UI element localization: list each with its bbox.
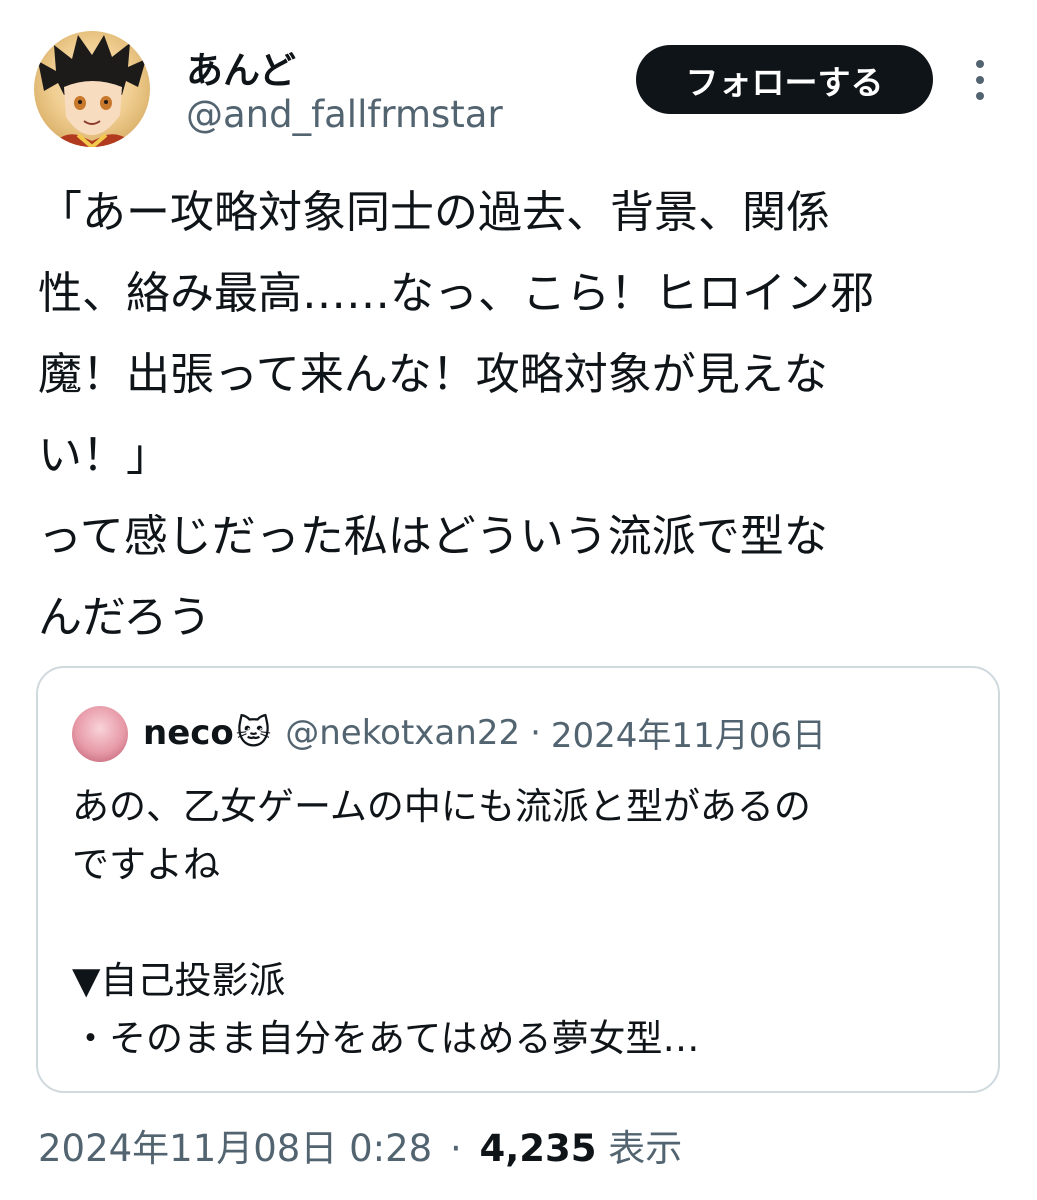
quote-author-handle: @nekotxan22 bbox=[285, 712, 521, 753]
tweet-text-line: 性、絡み最高……なっ、こら！ヒロイン邪 bbox=[38, 268, 874, 319]
quote-text-line: ですよね bbox=[72, 843, 220, 886]
tweet-timestamp[interactable]: 2024年11月08日 0:28 bbox=[38, 1127, 432, 1170]
quote-text-line bbox=[72, 894, 972, 952]
tweet-text-line: んだろう bbox=[38, 592, 212, 643]
quote-text-line: ・そのまま自分をあてはめる夢女型… bbox=[72, 1017, 700, 1060]
quote-author-avatar[interactable] bbox=[72, 706, 128, 762]
tweet-text-line: 「あー攻略対象同士の過去、背景、関係 bbox=[38, 187, 830, 238]
tweet-text-line: って感じだった私はどういう流派で型な bbox=[38, 511, 828, 562]
quote-header: neco 🐱 @nekotxan22 · 2024年11月06日 bbox=[143, 708, 826, 757]
quote-text-line: ▼自己投影派 bbox=[72, 959, 286, 1002]
quote-date: 2024年11月06日 bbox=[550, 716, 826, 756]
author-avatar[interactable] bbox=[34, 31, 150, 147]
quoted-tweet-card[interactable]: neco 🐱 @nekotxan22 · 2024年11月06日 あの、乙女ゲー… bbox=[36, 666, 1000, 1093]
cat-emoji-icon: 🐱 bbox=[235, 712, 272, 753]
quote-text: あの、乙女ゲームの中にも流派と型があるの ですよね ▼自己投影派 ・そのまま自分… bbox=[72, 778, 972, 1068]
quote-separator: · bbox=[530, 712, 541, 753]
quote-author-name: neco bbox=[143, 712, 234, 753]
tweet-text-line: い！」 bbox=[38, 430, 170, 481]
author-handle[interactable]: @and_fallfrmstar bbox=[186, 93, 503, 136]
more-vertical-icon[interactable] bbox=[968, 58, 992, 102]
tweet-text-line: 魔！出張って来んな！攻略対象が見えな bbox=[38, 349, 828, 400]
tweet-text: 「あー攻略対象同士の過去、背景、関係 性、絡み最高……なっ、こら！ヒロイン邪 魔… bbox=[38, 172, 1008, 658]
views-label: 表示 bbox=[608, 1127, 683, 1170]
author-name[interactable]: あんど bbox=[186, 40, 296, 94]
views-count: 4,235 bbox=[479, 1127, 597, 1170]
quote-text-line: あの、乙女ゲームの中にも流派と型があるの bbox=[72, 785, 811, 828]
avatar-illustration bbox=[38, 35, 146, 147]
tweet-footer: 2024年11月08日 0:28 · 4,235 表示 bbox=[38, 1118, 682, 1172]
footer-separator: · bbox=[449, 1127, 462, 1170]
follow-button[interactable]: フォローする bbox=[636, 45, 933, 114]
